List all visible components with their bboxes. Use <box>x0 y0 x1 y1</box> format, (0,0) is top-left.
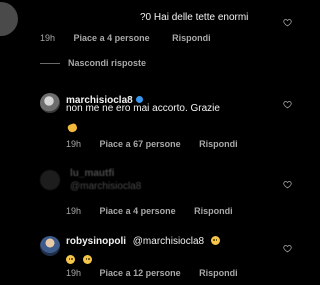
laughing-emoji-icon <box>83 255 93 264</box>
reply-time: 19h <box>66 206 82 216</box>
blurred-reply: lu_mautfi @marchisiocla8 <box>70 168 141 192</box>
heart-icon[interactable] <box>283 180 292 189</box>
hide-replies-toggle[interactable]: Nascondi risposte <box>40 58 146 68</box>
reply-meta: 19h Piace a 67 persone Rispondi <box>66 139 238 149</box>
heart-icon[interactable] <box>283 18 292 27</box>
reply-text: non me ne ero mai accorto. Grazie <box>66 103 220 114</box>
avatar[interactable] <box>40 170 60 190</box>
comment-body: Hai delle tette enormi <box>153 12 249 23</box>
likes-link[interactable]: Piace a 12 persone <box>100 268 181 278</box>
toggle-line <box>40 62 60 64</box>
reply-button[interactable]: Rispondi <box>172 33 211 43</box>
likes-link[interactable]: Piace a 4 persone <box>74 33 150 43</box>
likes-link[interactable]: Piace a 4 persone <box>100 206 176 216</box>
reply-button[interactable]: Rispondi <box>199 139 238 149</box>
heart-icon[interactable] <box>283 100 292 109</box>
comment-text: ?0 Hai delle tette enormi <box>140 12 248 23</box>
emoji-row <box>66 250 93 268</box>
thinking-emoji-icon <box>210 236 220 245</box>
reply-button[interactable]: Rispondi <box>194 206 233 216</box>
verified-badge-icon <box>135 96 143 103</box>
reply-time: 19h <box>66 139 82 149</box>
reply-button[interactable]: Rispondi <box>199 268 238 278</box>
reply-time: 19h <box>66 268 82 278</box>
mention-link[interactable]: @marchisiocla8 <box>133 236 204 247</box>
username-link[interactable]: robysinopoli <box>66 236 126 247</box>
reply-header: robysinopoli @marchisiocla8 <box>66 236 220 247</box>
likes-link[interactable]: Piace a 67 persone <box>100 139 181 149</box>
avatar[interactable] <box>0 2 18 36</box>
hide-replies-label[interactable]: Nascondi risposte <box>68 58 146 68</box>
laughing-emoji-icon <box>66 255 75 264</box>
clap-emoji-icon <box>66 119 79 137</box>
reply-meta: 19h Piace a 12 persone Rispondi <box>66 268 238 278</box>
comment-text-prefix: ?0 <box>140 12 152 23</box>
reply-meta: 19h Piace a 4 persone Rispondi <box>66 206 233 216</box>
heart-icon[interactable] <box>283 244 292 253</box>
comment-time: 19h <box>40 33 56 43</box>
avatar[interactable] <box>40 236 60 256</box>
avatar[interactable] <box>40 93 60 113</box>
blurred-text: @marchisiocla8 <box>70 181 142 192</box>
comment-meta: 19h Piace a 4 persone Rispondi <box>40 33 211 43</box>
blurred-username: lu_mautfi <box>70 168 115 179</box>
reply-body: non me ne ero mai accorto. Grazie <box>66 103 220 114</box>
